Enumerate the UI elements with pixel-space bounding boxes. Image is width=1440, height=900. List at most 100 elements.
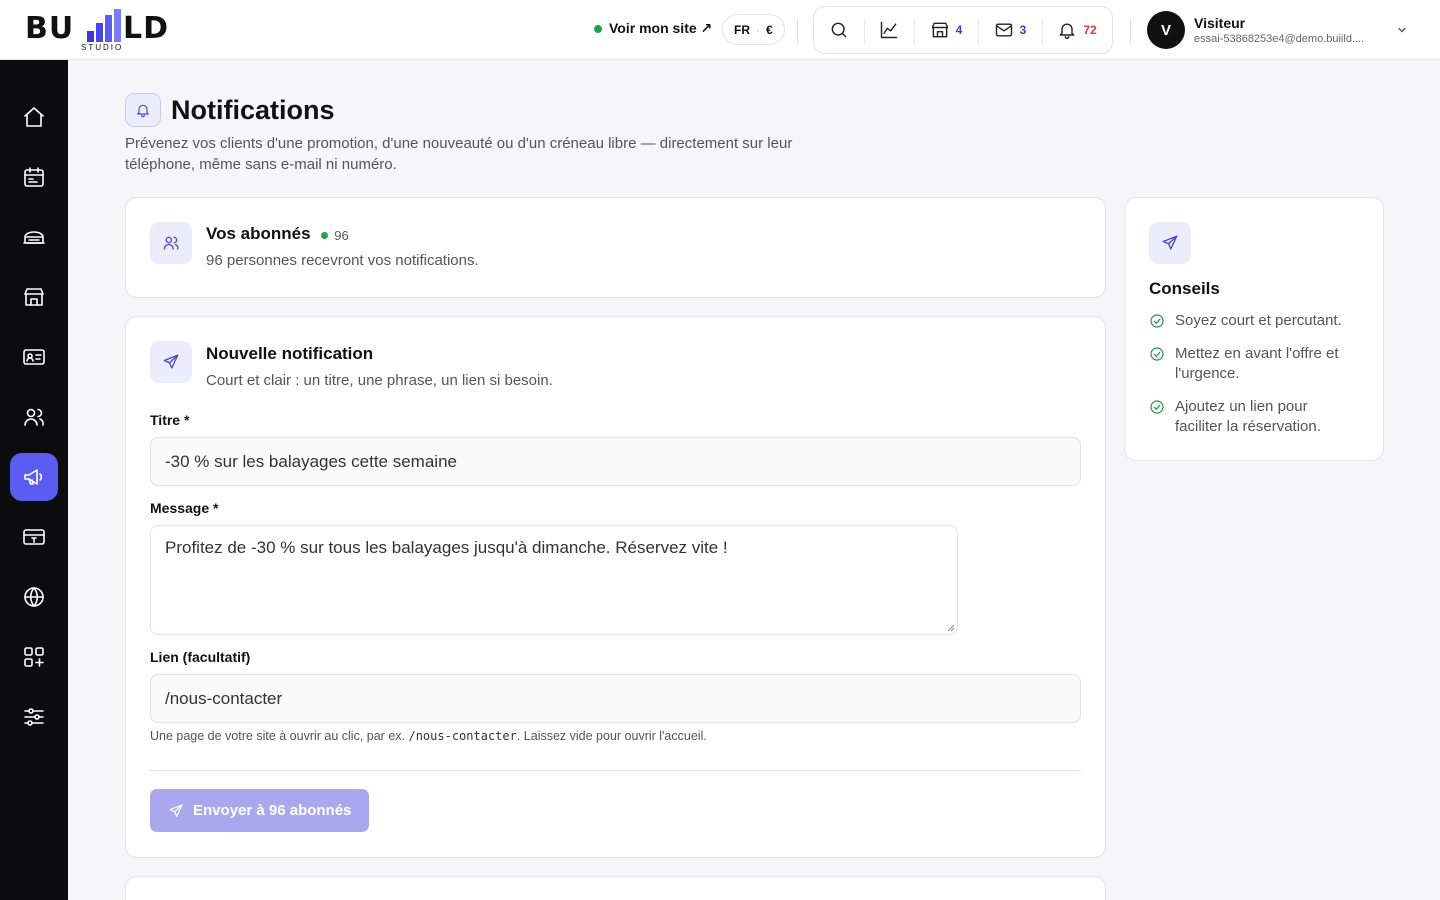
- store-icon: [931, 22, 948, 38]
- store-button[interactable]: 4: [914, 7, 978, 53]
- form-title: Nouvelle notification: [206, 344, 374, 363]
- sidebar: [0, 60, 68, 900]
- sidebar-item-home[interactable]: [10, 93, 58, 141]
- subscribers-count-badge: 96: [321, 228, 349, 243]
- store-count: 4: [955, 23, 963, 37]
- title-input[interactable]: -30 % sur les balayages cette semaine: [150, 437, 1081, 486]
- tip-text: Mettez en avant l'offre et l'urgence.: [1175, 345, 1339, 382]
- logo[interactable]: BU LD STUDIO: [25, 8, 185, 52]
- new-notification-card-icon: [150, 341, 192, 383]
- home-icon: [24, 107, 44, 127]
- search-button[interactable]: [814, 7, 864, 53]
- tip-item: Mettez en avant l'offre et l'urgence.: [1149, 344, 1359, 384]
- page-title-icon: [125, 93, 161, 127]
- store-icon: [24, 288, 44, 306]
- link-help-code: /nous-contacter: [408, 729, 517, 743]
- sidebar-item-calendar[interactable]: [10, 153, 58, 201]
- logo-studio: STUDIO: [81, 43, 124, 52]
- send-icon: [163, 354, 179, 369]
- send-notification-button[interactable]: Envoyer à 96 abonnés: [150, 789, 370, 832]
- form-divider: [150, 770, 1081, 771]
- page-description: Prévenez vos clients d'une promotion, d'…: [125, 135, 793, 173]
- top-bar: BU LD STUDIO Voir mon site ↗ FR · € 4 3 …: [0, 0, 1440, 60]
- header-divider: [797, 18, 798, 42]
- sidebar-item-payments[interactable]: [10, 513, 58, 561]
- sidebar-item-store[interactable]: [10, 273, 58, 321]
- link-help-before: Une page de votre site à ouvrir au clic,…: [150, 729, 409, 743]
- link-help-text: Une page de votre site à ouvrir au clic,…: [150, 729, 707, 743]
- sidebar-item-contacts[interactable]: [10, 333, 58, 381]
- form-subtitle: Court et clair : un titre, une phrase, u…: [206, 372, 553, 389]
- send-icon: [1162, 235, 1178, 250]
- link-help-after: . Laissez vide pour ouvrir l'accueil.: [516, 729, 707, 743]
- megaphone-icon: [24, 469, 43, 485]
- users-icon: [163, 236, 179, 250]
- tip-text: Ajoutez un lien pour faciliter la réserv…: [1175, 398, 1321, 435]
- check-circle-icon: [1150, 347, 1164, 361]
- tip-item: Ajoutez un lien pour faciliter la réserv…: [1149, 397, 1359, 437]
- language-label: FR: [734, 22, 750, 37]
- view-site-label: Voir mon site ↗: [609, 20, 713, 36]
- logo-bars-icon: [87, 9, 121, 42]
- currency-label: €: [766, 22, 773, 37]
- title-field-label: Titre *: [150, 412, 190, 428]
- calendar-icon: [24, 167, 44, 187]
- contact-card-icon: [23, 349, 45, 365]
- next-card: [125, 876, 1106, 900]
- analytics-button[interactable]: [864, 7, 914, 53]
- subscribers-count: 96: [334, 228, 349, 243]
- bell-icon: [137, 104, 149, 118]
- sidebar-item-customers[interactable]: [10, 393, 58, 441]
- tip-text: Soyez court et percutant.: [1175, 312, 1342, 329]
- chevron-down-icon: [1398, 27, 1406, 33]
- message-text: Profitez de -30 % sur tous les balayages…: [165, 538, 728, 557]
- user-name: Visiteur: [1194, 15, 1246, 31]
- search-icon: [831, 22, 847, 38]
- subscribers-card: Vos abonnés 96 96 personnes recevront vo…: [125, 197, 1106, 298]
- send-button-label: Envoyer à 96 abonnés: [193, 802, 352, 819]
- notifications-button[interactable]: 72: [1042, 7, 1112, 53]
- message-textarea[interactable]: Profitez de -30 % sur tous les balayages…: [150, 525, 958, 635]
- check-circle-icon: [1150, 400, 1164, 414]
- language-currency-selector[interactable]: FR · €: [722, 14, 785, 45]
- page-title: Notifications: [171, 95, 335, 125]
- language-separator: ·: [756, 22, 760, 37]
- mail-icon: [995, 23, 1012, 37]
- header-toolbar: 4 3 72: [813, 6, 1113, 54]
- messages-count: 3: [1019, 23, 1027, 37]
- messages-button[interactable]: 3: [978, 7, 1042, 53]
- tips-card: Conseils Soyez court et percutant. Mette…: [1124, 197, 1384, 461]
- user-menu[interactable]: V Visiteur essai-53868253e4@demo.buiild.…: [1147, 11, 1417, 49]
- globe-icon: [24, 587, 44, 607]
- resize-handle-icon[interactable]: [946, 623, 955, 632]
- tips-card-icon: [1149, 222, 1191, 264]
- active-dot: [321, 232, 329, 239]
- online-status-dot: [594, 24, 602, 33]
- sidebar-item-website[interactable]: [10, 573, 58, 621]
- logo-word-end: LD: [123, 11, 170, 46]
- analytics-icon: [880, 21, 898, 39]
- apps-icon: [24, 647, 44, 667]
- link-field-label: Lien (facultatif): [150, 649, 251, 665]
- send-icon: [169, 803, 183, 817]
- tip-item: Soyez court et percutant.: [1149, 311, 1359, 331]
- tips-title: Conseils: [1149, 279, 1220, 298]
- avatar: V: [1147, 11, 1185, 49]
- link-input[interactable]: /nous-contacter: [150, 674, 1081, 723]
- check-circle-icon: [1150, 314, 1164, 328]
- message-field-label: Message *: [150, 500, 219, 516]
- user-email: essai-53868253e4@demo.buiild....: [1194, 33, 1365, 45]
- sidebar-item-apps[interactable]: [10, 633, 58, 681]
- users-icon: [24, 408, 44, 426]
- new-notification-card: Nouvelle notification Court et clair : u…: [125, 316, 1106, 858]
- view-site-link[interactable]: Voir mon site ↗: [594, 20, 712, 37]
- subscribers-card-icon: [150, 222, 192, 264]
- sidebar-item-notifications[interactable]: [10, 453, 58, 501]
- header-divider: [1130, 18, 1131, 42]
- services-icon: [23, 231, 45, 244]
- sidebar-item-settings[interactable]: [10, 693, 58, 741]
- sidebar-item-services[interactable]: [10, 213, 58, 261]
- bell-icon: [1059, 23, 1075, 39]
- subscribers-title-label: Vos abonnés: [206, 224, 311, 243]
- notifications-count: 72: [1083, 23, 1097, 37]
